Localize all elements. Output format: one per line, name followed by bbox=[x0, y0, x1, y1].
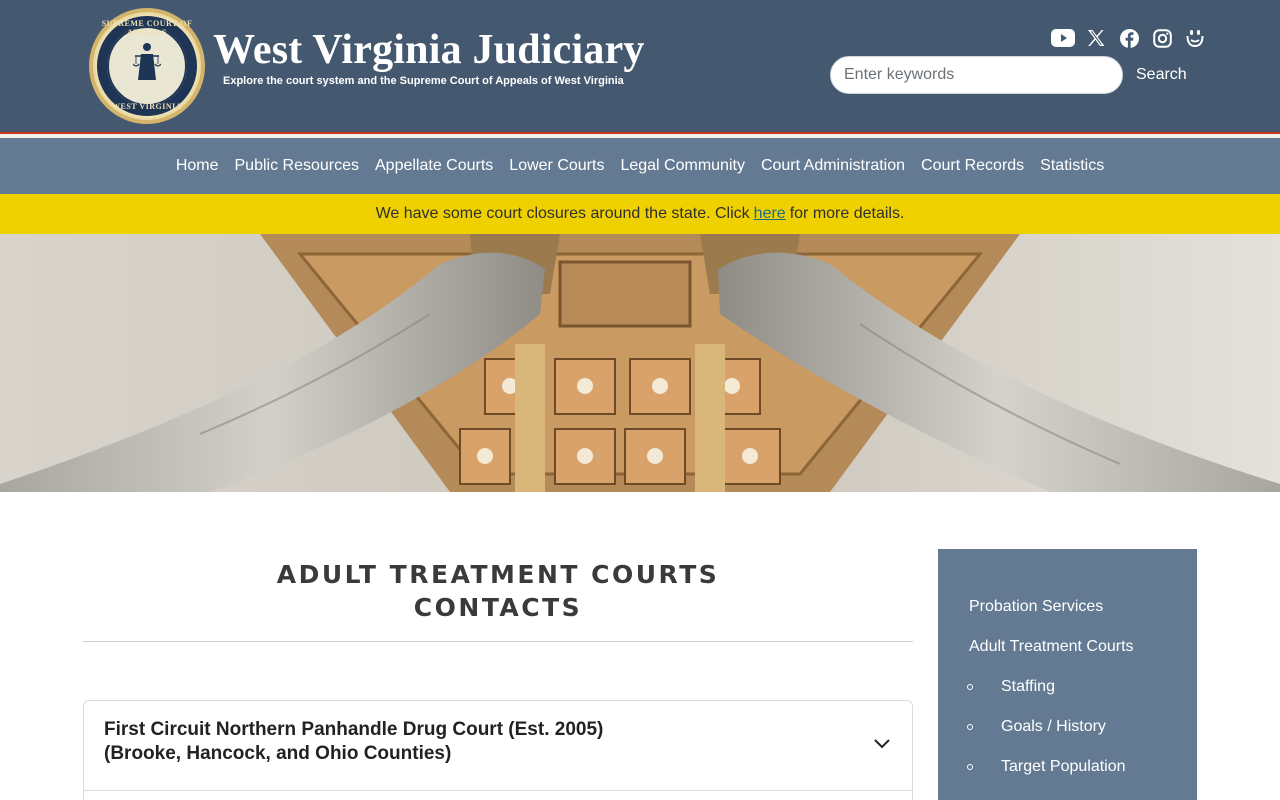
court-closure-alert: We have some court closures around the s… bbox=[0, 194, 1280, 234]
hero-columns-illustration bbox=[0, 234, 1280, 492]
nav-list: Home Public Resources Appellate Courts L… bbox=[176, 157, 1104, 175]
site-header: SUPREME COURT OF APPEALS WEST VIRGINIA W… bbox=[0, 0, 1280, 132]
bullet-icon bbox=[967, 684, 973, 690]
site-title[interactable]: West Virginia Judiciary bbox=[213, 26, 645, 74]
bullet-icon bbox=[967, 764, 973, 770]
nav-item-home[interactable]: Home bbox=[176, 157, 219, 175]
x-icon[interactable] bbox=[1084, 27, 1108, 49]
nav-item-statistics[interactable]: Statistics bbox=[1040, 157, 1104, 175]
chevron-down-icon[interactable] bbox=[873, 738, 891, 750]
instagram-icon[interactable] bbox=[1150, 27, 1174, 49]
facebook-icon[interactable] bbox=[1117, 27, 1141, 49]
section-sidebar: Probation Services Adult Treatment Court… bbox=[938, 549, 1197, 800]
sidebar-item-adult-treatment-courts[interactable]: Adult Treatment Courts bbox=[969, 638, 1134, 656]
nav-item-lower-courts[interactable]: Lower Courts bbox=[509, 157, 604, 175]
social-links bbox=[1051, 26, 1207, 50]
nav-item-court-administration[interactable]: Court Administration bbox=[761, 157, 905, 175]
accordion-item-title: First Circuit Northern Panhandle Drug Co… bbox=[104, 718, 603, 766]
title-divider bbox=[83, 641, 913, 642]
seal-text-top: SUPREME COURT OF APPEALS bbox=[101, 19, 193, 37]
seal-text-bottom: WEST VIRGINIA bbox=[111, 102, 182, 111]
accordion-item-first-circuit[interactable]: First Circuit Northern Panhandle Drug Co… bbox=[84, 701, 912, 791]
bullet-icon bbox=[967, 724, 973, 730]
page-title-line-1: ADULT TREATMENT COURTS bbox=[276, 560, 720, 589]
sidebar-item-staffing[interactable]: Staffing bbox=[1001, 678, 1055, 696]
lady-justice-icon bbox=[133, 43, 161, 80]
youtube-icon[interactable] bbox=[1051, 27, 1075, 49]
search-input[interactable] bbox=[830, 56, 1123, 94]
main-navigation: Home Public Resources Appellate Courts L… bbox=[0, 138, 1280, 194]
alert-text-prefix: We have some court closures around the s… bbox=[375, 205, 750, 222]
accordion-title-line-1: First Circuit Northern Panhandle Drug Co… bbox=[104, 719, 604, 740]
nav-item-appellate-courts[interactable]: Appellate Courts bbox=[375, 157, 493, 175]
sidebar-item-target-population[interactable]: Target Population bbox=[1001, 758, 1126, 776]
page-title-line-2: CONTACTS bbox=[413, 593, 583, 622]
search-button[interactable]: Search bbox=[1130, 62, 1193, 88]
hero-banner-image bbox=[0, 234, 1280, 492]
alert-details-link[interactable]: here bbox=[754, 205, 786, 223]
nav-item-legal-community[interactable]: Legal Community bbox=[620, 157, 745, 175]
accordion-title-line-2: (Brooke, Hancock, and Ohio Counties) bbox=[104, 743, 452, 764]
page-title: ADULT TREATMENT COURTS CONTACTS bbox=[83, 558, 913, 624]
nav-item-public-resources[interactable]: Public Resources bbox=[235, 157, 360, 175]
sidebar-item-goals-history[interactable]: Goals / History bbox=[1001, 718, 1106, 736]
site-tagline: Explore the court system and the Supreme… bbox=[223, 75, 624, 87]
smugmug-icon[interactable] bbox=[1183, 27, 1207, 49]
nav-item-court-records[interactable]: Court Records bbox=[921, 157, 1024, 175]
contacts-accordion: First Circuit Northern Panhandle Drug Co… bbox=[83, 700, 913, 800]
sidebar-item-probation-services[interactable]: Probation Services bbox=[969, 598, 1103, 616]
alert-text-suffix: for more details. bbox=[789, 205, 905, 222]
supreme-court-seal-logo[interactable]: SUPREME COURT OF APPEALS WEST VIRGINIA bbox=[89, 8, 205, 124]
